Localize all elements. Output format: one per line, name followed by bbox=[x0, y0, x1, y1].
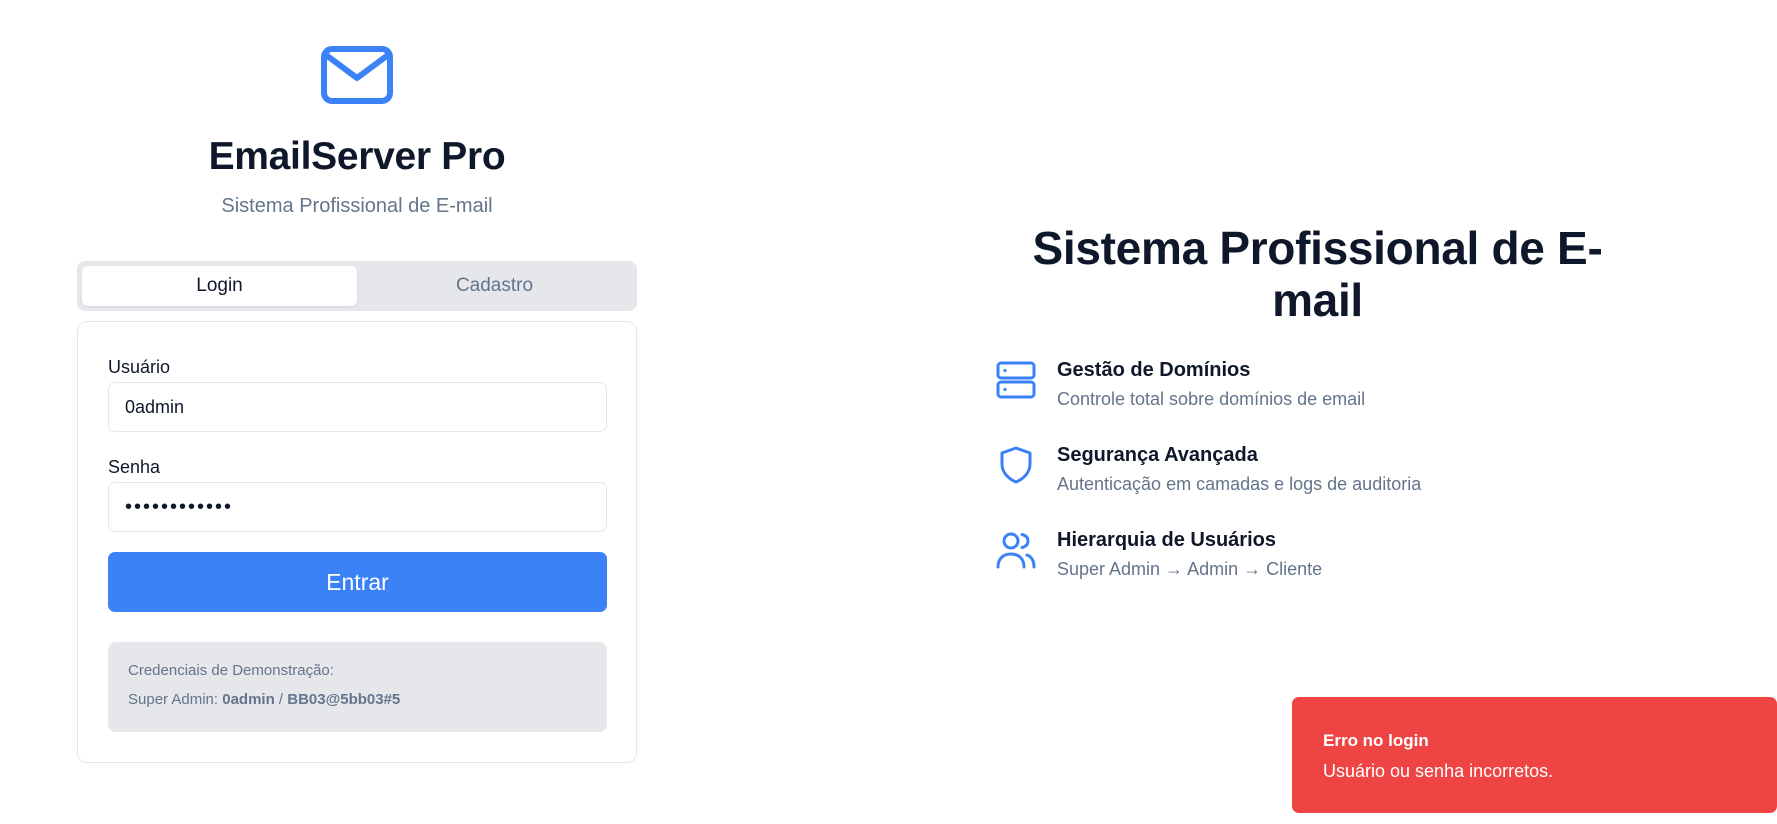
auth-panel: EmailServer Pro Sistema Profissional de … bbox=[0, 0, 637, 824]
toast-message: Usuário ou senha incorretos. bbox=[1323, 761, 1554, 781]
error-toast[interactable]: Erro no login Usuário ou senha incorreto… bbox=[1292, 697, 1777, 813]
feature-hierarchy: Hierarquia de Usuários Super Admin → Adm… bbox=[995, 529, 1555, 589]
feature-domains: Gestão de Domínios Controle total sobre … bbox=[995, 359, 1555, 419]
demo-separator: / bbox=[278, 691, 284, 708]
feature-description: Controle total sobre domínios de email bbox=[1057, 389, 1366, 409]
demo-user: 0admin bbox=[222, 691, 275, 708]
username-input[interactable] bbox=[108, 382, 607, 432]
feature-title: Gestão de Domínios bbox=[1057, 359, 1251, 381]
tab-login[interactable]: Login bbox=[82, 266, 357, 306]
feature-description: Super Admin → Admin → Cliente bbox=[1057, 559, 1323, 579]
feature-title: Segurança Avançada bbox=[1057, 444, 1258, 466]
auth-tabs: Login Cadastro bbox=[77, 261, 637, 311]
shield-icon bbox=[1000, 446, 1032, 484]
users-icon bbox=[996, 532, 1036, 569]
server-icon bbox=[996, 361, 1036, 399]
login-button[interactable]: Entrar bbox=[108, 552, 607, 612]
username-label: Usuário bbox=[108, 357, 171, 377]
login-form-card: Usuário Senha Entrar Credenciais de Demo… bbox=[77, 321, 637, 763]
brand-title: EmailServer Pro bbox=[208, 135, 506, 178]
mail-icon bbox=[321, 46, 393, 104]
demo-heading: Credenciais de Demonstração: bbox=[128, 662, 334, 679]
demo-credentials-box: Credenciais de Demonstração: Super Admin… bbox=[108, 642, 607, 732]
feature-description: Autenticação em camadas e logs de audito… bbox=[1057, 474, 1422, 494]
hero-title: Sistema Profissional de E-mail bbox=[1032, 222, 1603, 326]
feature-title: Hierarquia de Usuários bbox=[1057, 529, 1276, 551]
password-input[interactable] bbox=[108, 482, 607, 532]
feature-security: Segurança Avançada Autenticação em camad… bbox=[995, 444, 1555, 504]
password-label: Senha bbox=[108, 457, 161, 477]
toast-title: Erro no login bbox=[1323, 731, 1429, 750]
demo-password: BB03@5bb03#5 bbox=[287, 691, 401, 708]
demo-credentials-line: Super Admin: 0admin / BB03@5bb03#5 bbox=[128, 691, 587, 708]
tab-cadastro[interactable]: Cadastro bbox=[357, 266, 632, 306]
demo-role: Super Admin: bbox=[128, 691, 219, 708]
brand-subtitle: Sistema Profissional de E-mail bbox=[221, 195, 493, 217]
